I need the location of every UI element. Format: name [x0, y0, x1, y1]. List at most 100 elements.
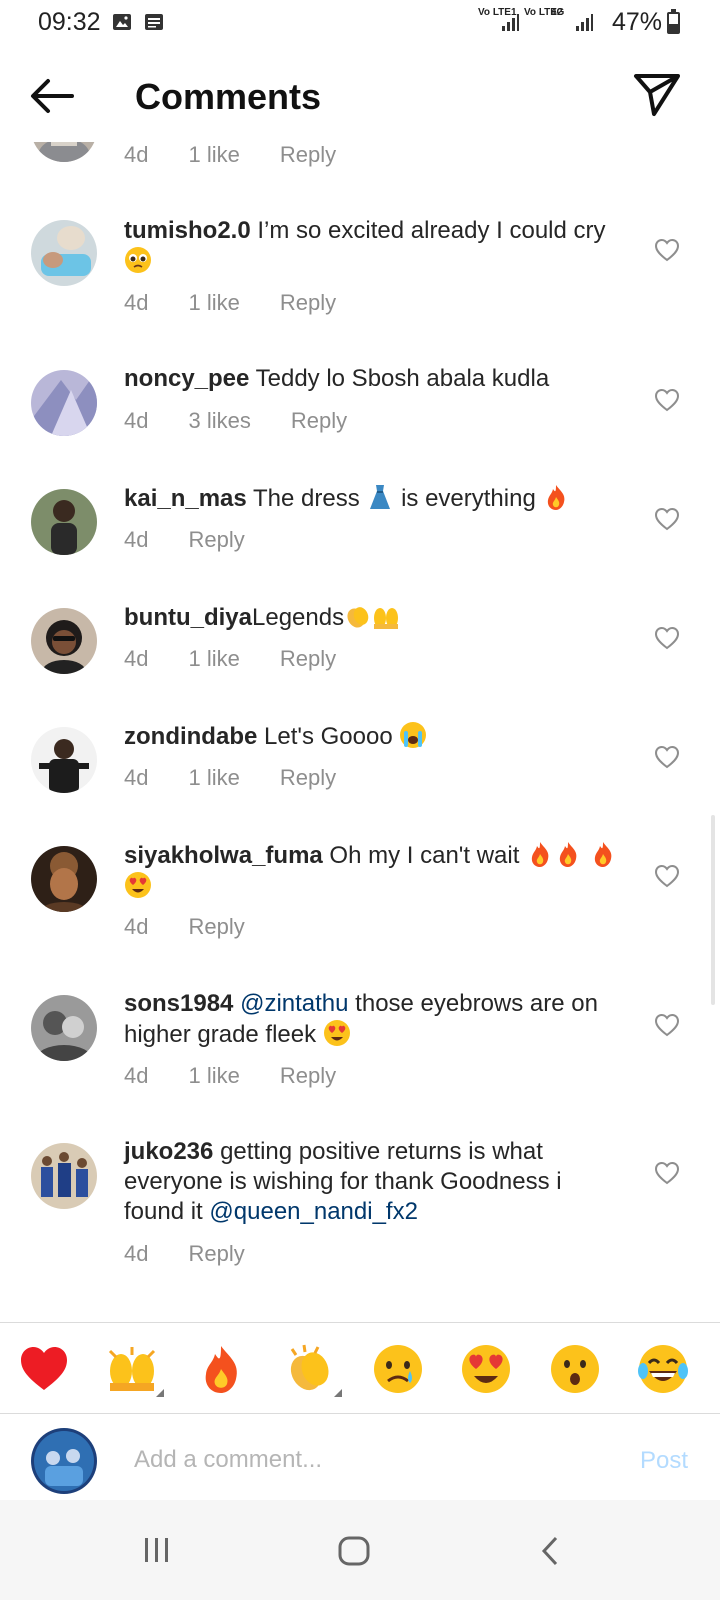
tears-of-joy-icon [638, 1345, 688, 1393]
comment-meta: 4d 1 like Reply [124, 1063, 376, 1089]
message-notification-icon [144, 12, 164, 32]
scrollbar[interactable] [711, 815, 715, 1005]
comment-likes[interactable]: 1 like [188, 765, 239, 791]
emoji-variant-indicator [156, 1389, 164, 1397]
raised-hands-emoji-icon [374, 608, 399, 629]
like-comment-button[interactable] [654, 745, 680, 769]
reply-button[interactable]: Reply [291, 408, 347, 434]
post-button[interactable]: Post [640, 1447, 688, 1475]
reply-button[interactable]: Reply [188, 527, 244, 553]
network-type: 4G [551, 7, 565, 18]
comment-likes[interactable]: 1 like [188, 1063, 239, 1089]
battery-percent: 47% [612, 8, 663, 36]
comment-age: 4d [124, 765, 149, 790]
like-comment-button[interactable] [654, 626, 680, 650]
avatar[interactable] [31, 846, 97, 912]
fire-emoji-icon [559, 842, 577, 867]
share-button[interactable] [632, 70, 682, 118]
reply-button[interactable]: Reply [280, 646, 336, 672]
avatar[interactable] [31, 142, 97, 162]
comment-age: 4d [124, 1063, 149, 1088]
header: Comments [0, 46, 720, 142]
comment-likes[interactable]: 1 like [188, 142, 239, 168]
avatar[interactable] [31, 608, 97, 674]
comment-username[interactable]: noncy_pee [124, 365, 249, 392]
reply-button[interactable]: Reply [188, 914, 244, 940]
comment-username[interactable]: buntu_diya [124, 604, 252, 631]
emoji-fire-button[interactable] [195, 1343, 247, 1395]
like-comment-button[interactable] [654, 1161, 680, 1185]
comment-username[interactable]: tumisho2.0 [124, 217, 251, 244]
heart-outline-icon [654, 864, 680, 888]
reply-button[interactable]: Reply [280, 290, 336, 316]
loudly-crying-face-emoji-icon [400, 722, 427, 748]
avatar[interactable] [31, 727, 97, 793]
reply-button[interactable]: Reply [280, 1063, 336, 1089]
current-user-avatar [31, 1428, 97, 1494]
comment-username[interactable]: juko236 [124, 1138, 213, 1165]
comment-message-part-1: The dress [253, 485, 360, 512]
status-time: 09:32 [38, 8, 101, 36]
reply-button[interactable]: Reply [188, 1241, 244, 1267]
emoji-heart-eyes-button[interactable] [460, 1343, 512, 1395]
arrow-left-icon [31, 79, 74, 113]
like-comment-button[interactable] [654, 238, 680, 262]
emoji-clapping-hands-button[interactable] [284, 1343, 336, 1395]
comment-message: I’m so excited already I could cry [257, 217, 606, 244]
avatar[interactable] [31, 220, 97, 286]
crying-face-icon [374, 1345, 422, 1393]
mention-link[interactable]: @queen_nandi_fx2 [209, 1198, 418, 1225]
recent-apps-icon [145, 1538, 168, 1562]
raised-hands-icon [108, 1347, 156, 1391]
comment-meta: 4d 3 likes Reply [124, 408, 387, 434]
heart-outline-icon [654, 745, 680, 769]
emoji-raised-hands-button[interactable] [106, 1343, 158, 1395]
gallery-notification-icon [112, 12, 132, 32]
pleading-face-emoji-icon [125, 247, 151, 273]
reply-button[interactable]: Reply [280, 765, 336, 791]
emoji-surprised-face-button[interactable] [549, 1343, 601, 1395]
home-button[interactable] [337, 1536, 371, 1571]
heart-outline-icon [654, 238, 680, 262]
clapping-hands-icon [290, 1344, 329, 1391]
comment-age: 4d [124, 646, 149, 671]
like-comment-button[interactable] [654, 1013, 680, 1037]
comment-username[interactable]: zondindabe [124, 723, 257, 750]
avatar[interactable] [31, 370, 97, 436]
comment-username[interactable]: kai_n_mas [124, 485, 247, 512]
heart-outline-icon [654, 507, 680, 531]
recent-apps-button[interactable] [140, 1536, 174, 1569]
avatar[interactable] [31, 489, 97, 555]
avatar[interactable] [31, 1143, 97, 1209]
back-button[interactable] [28, 76, 76, 116]
reply-button[interactable]: Reply [280, 142, 336, 168]
comment-username[interactable]: siyakholwa_fuma [124, 842, 323, 869]
heart-eyes-emoji-icon [125, 872, 151, 898]
comment-meta: 4d Reply [124, 914, 285, 940]
like-comment-button[interactable] [654, 388, 680, 412]
comment-text: juko236 getting positive returns is what… [124, 1137, 624, 1227]
avatar[interactable] [31, 995, 97, 1061]
comment-likes[interactable]: 1 like [188, 646, 239, 672]
emoji-tears-of-joy-button[interactable] [637, 1343, 689, 1395]
comment-input[interactable] [134, 1439, 604, 1481]
comment-text: zondindabe Let's Goooo [124, 721, 624, 752]
fire-emoji-icon [531, 842, 549, 867]
comment-message: Teddy lo Sbosh abala kudla [255, 365, 550, 392]
dress-emoji-icon [370, 485, 391, 509]
like-comment-button[interactable] [654, 864, 680, 888]
comment-text: siyakholwa_fuma Oh my I can't wait [124, 840, 624, 902]
comment-meta: 4d 1 like Reply [124, 290, 376, 316]
emoji-heart-button[interactable] [18, 1343, 70, 1395]
comment-username[interactable]: sons1984 [124, 990, 233, 1017]
mention-link[interactable]: @zintathu [240, 990, 348, 1017]
status-bar: 09:32 Vo LTE1 Vo LTE2 4G 47% [0, 0, 720, 46]
comment-message: Oh my I can't wait [329, 842, 520, 869]
comment-likes[interactable]: 1 like [188, 290, 239, 316]
emoji-crying-face-button[interactable] [372, 1343, 424, 1395]
back-nav-button[interactable] [538, 1536, 562, 1571]
like-comment-button[interactable] [654, 507, 680, 531]
comment-text: kai_n_mas The dress is everything [124, 483, 624, 514]
comment-likes[interactable]: 3 likes [188, 408, 250, 434]
paper-plane-icon [634, 74, 680, 116]
